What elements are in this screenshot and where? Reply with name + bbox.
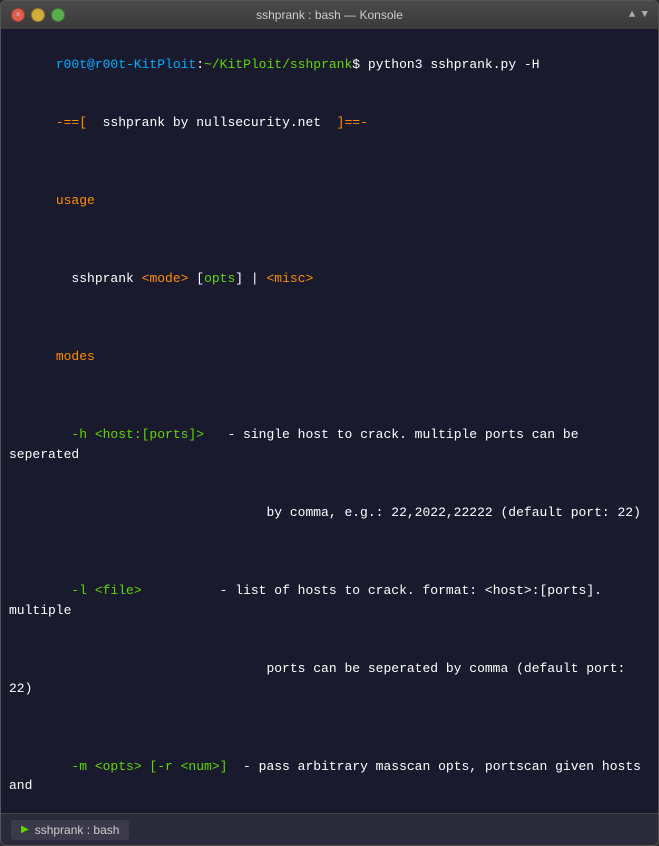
window-controls[interactable]: ×: [11, 8, 65, 22]
close-button[interactable]: ×: [11, 8, 25, 22]
titlebar: × sshprank : bash — Konsole ▲ ▼: [1, 1, 658, 29]
mode-h-line1: -h <host:[ports]> - single host to crack…: [9, 406, 650, 484]
blank4: [9, 386, 650, 406]
maximize-button[interactable]: [51, 8, 65, 22]
path: ~/KitPloit/sshprank: [204, 57, 352, 72]
mode-l-line2: ports can be seperated by comma (default…: [9, 640, 650, 718]
mode-l-line1: -l <file> - list of hosts to crack. form…: [9, 562, 650, 640]
mode-m-line1: -m <opts> [-r <num>] - pass arbitrary ma…: [9, 737, 650, 813]
scroll-up-icon[interactable]: ▲: [629, 9, 636, 21]
statusbar: ▶ sshprank : bash: [1, 813, 658, 845]
command: python3 sshprank.py -H: [368, 57, 540, 72]
scroll-down-icon[interactable]: ▼: [641, 9, 648, 21]
statusbar-label: sshprank : bash: [35, 823, 120, 837]
titlebar-right-controls: ▲ ▼: [629, 9, 648, 21]
konsole-window: × sshprank : bash — Konsole ▲ ▼ r00t@r00…: [0, 0, 659, 846]
statusbar-tab[interactable]: ▶ sshprank : bash: [11, 820, 129, 840]
blank5: [9, 542, 650, 562]
blank2: [9, 230, 650, 250]
blank1: [9, 152, 650, 172]
terminal-icon: ▶: [21, 824, 29, 835]
window-title: sshprank : bash — Konsole: [256, 8, 403, 22]
close-icon: ×: [16, 11, 21, 20]
terminal-output[interactable]: r00t@r00t-KitPloit:~/KitPloit/sshprank$ …: [1, 29, 658, 813]
minimize-button[interactable]: [31, 8, 45, 22]
modes-label: modes: [9, 328, 650, 387]
mode-h-line2: by comma, e.g.: 22,2022,22222 (default p…: [9, 484, 650, 543]
blank6: [9, 718, 650, 738]
prompt-line: r00t@r00t-KitPloit:~/KitPloit/sshprank$ …: [9, 35, 650, 94]
user-host: r00t@r00t-KitPloit: [56, 57, 196, 72]
banner-line: -==[ sshprank by nullsecurity.net ]==-: [9, 94, 650, 153]
usage-label: usage: [9, 172, 650, 231]
usage-cmd: sshprank <mode> [opts] | <misc>: [9, 250, 650, 309]
blank3: [9, 308, 650, 328]
